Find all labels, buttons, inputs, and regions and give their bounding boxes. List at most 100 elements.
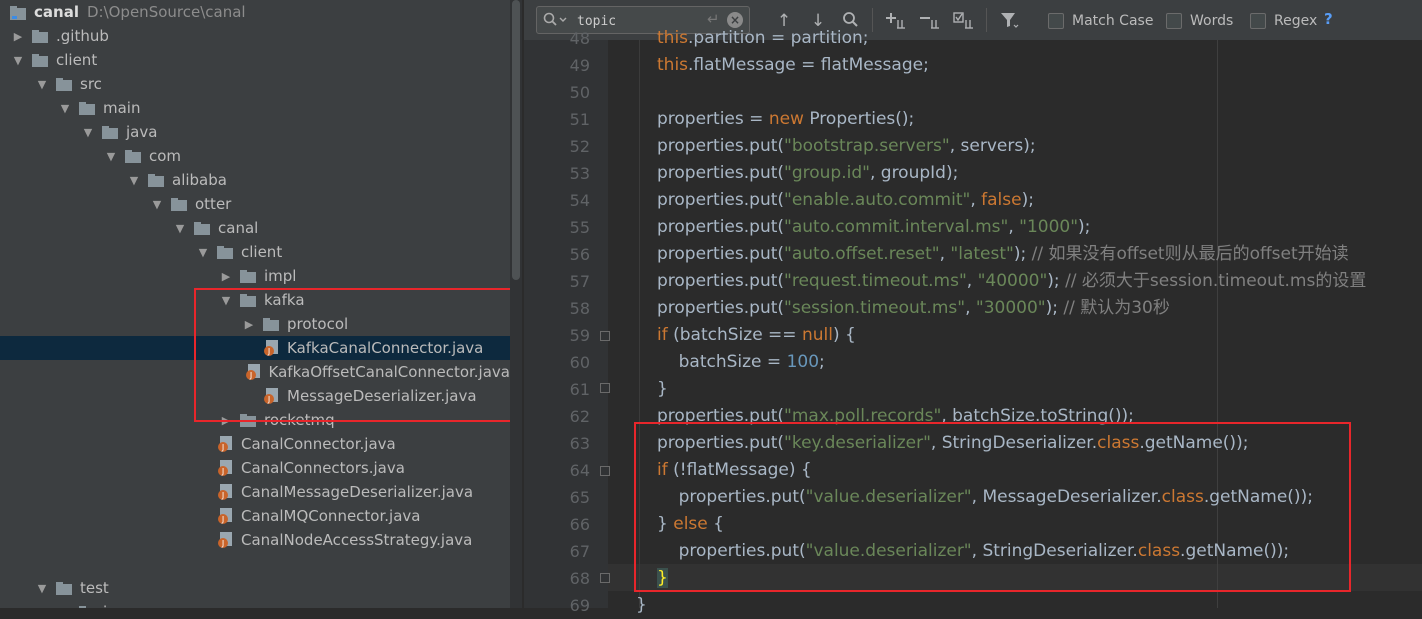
code-line[interactable]: properties.put("group.id", groupId); — [657, 160, 958, 187]
fold-marker[interactable] — [600, 466, 610, 476]
tree-file-item[interactable]: J CanalMQConnector.java — [0, 504, 510, 528]
tree-file-item[interactable]: J MessageDeserializer.java — [0, 384, 510, 408]
code-line[interactable]: if (batchSize == null) { — [657, 322, 856, 349]
code-line[interactable]: batchSize = 100; — [657, 349, 825, 376]
expanded-arrow-icon[interactable]: ▼ — [218, 294, 234, 307]
select-all-occurrences-icon[interactable] — [952, 10, 976, 32]
tree-item-label: protocol — [287, 315, 349, 333]
tree-folder-item[interactable]: ▼ canal — [0, 216, 510, 240]
tree-folder-item[interactable]: ▼ test — [0, 576, 510, 600]
expanded-arrow-icon[interactable]: ▼ — [34, 582, 50, 595]
collapsed-arrow-icon[interactable]: ▶ — [218, 414, 234, 427]
collapsed-arrow-icon[interactable]: ▶ — [10, 30, 26, 43]
expanded-arrow-icon[interactable]: ▼ — [172, 222, 188, 235]
tree-folder-item[interactable]: ▶ protocol — [0, 312, 510, 336]
code-line[interactable]: this.flatMessage = flatMessage; — [657, 52, 929, 79]
tree-folder-item[interactable]: ▼ otter — [0, 192, 510, 216]
expanded-arrow-icon[interactable]: ▼ — [10, 54, 26, 67]
words-checkbox[interactable] — [1166, 13, 1182, 29]
tree-folder-item[interactable]: ▼ com — [0, 144, 510, 168]
tree-item-label: kafka — [264, 291, 305, 309]
tree-item-label: CanalConnector.java — [241, 435, 396, 453]
project-path: D:\OpenSource\canal — [86, 3, 246, 21]
tree-file-item[interactable]: J CanalConnector.java — [0, 432, 510, 456]
code-line[interactable]: properties.put("request.timeout.ms", "40… — [657, 268, 1366, 295]
code-line[interactable]: } — [657, 565, 668, 592]
folder-icon — [194, 222, 210, 235]
regex-option[interactable]: Regex — [1250, 11, 1317, 31]
expanded-arrow-icon[interactable]: ▼ — [195, 246, 211, 259]
code-line[interactable]: properties.put("auto.commit.interval.ms"… — [657, 214, 1090, 241]
fold-marker[interactable] — [600, 383, 610, 393]
code-line[interactable]: } — [636, 592, 647, 619]
folder-icon — [240, 270, 256, 283]
tree-folder-item[interactable]: ▼ main — [0, 96, 510, 120]
filter-icon[interactable] — [998, 10, 1022, 32]
code-line[interactable]: properties.put("value.deserializer", Str… — [657, 538, 1290, 565]
code-line[interactable]: properties.put("value.deserializer", Mes… — [657, 484, 1313, 511]
tree-scrollbar-thumb[interactable] — [512, 0, 520, 280]
expanded-arrow-icon[interactable]: ▼ — [57, 102, 73, 115]
tree-file-item[interactable]: J CanalMessageDeserializer.java — [0, 480, 510, 504]
tree-item-label: canal — [218, 219, 259, 237]
tree-folder-item[interactable]: ▼ src — [0, 72, 510, 96]
line-number: 49 — [569, 56, 590, 75]
code-line[interactable]: properties.put("enable.auto.commit", fal… — [657, 187, 1034, 214]
code-line[interactable]: properties.put("auto.offset.reset", "lat… — [657, 241, 1349, 268]
tree-file-item[interactable]: J KafkaCanalConnector.java — [0, 336, 510, 360]
tree-file-item[interactable]: J CanalNodeAccessStrategy.java — [0, 528, 510, 552]
tree-file-item[interactable]: J KafkaOffsetCanalConnector.java — [0, 360, 510, 384]
regex-checkbox[interactable] — [1250, 13, 1266, 29]
line-number: 54 — [569, 191, 590, 210]
code-line[interactable]: properties.put("session.timeout.ms", "30… — [657, 295, 1170, 322]
java-class-icon: J — [263, 388, 279, 404]
code-line[interactable]: properties = new Properties(); — [657, 106, 914, 133]
tree-item-label: java — [126, 123, 158, 141]
line-number: 55 — [569, 218, 590, 237]
expanded-arrow-icon[interactable]: ▼ — [149, 198, 165, 211]
svg-text:J: J — [221, 491, 224, 500]
tree-item-label: client — [241, 243, 283, 261]
tree-folder-item[interactable]: ▼java — [0, 600, 510, 608]
remove-selection-icon[interactable] — [918, 10, 942, 32]
tree-folder-item[interactable]: ▼ client — [0, 48, 510, 72]
help-icon[interactable]: ? — [1324, 10, 1333, 28]
collapsed-arrow-icon[interactable]: ▶ — [218, 270, 234, 283]
tree-folder-item[interactable]: ▼ java — [0, 120, 510, 144]
expanded-arrow-icon[interactable]: ▼ — [34, 78, 50, 91]
tree-folder-item[interactable]: ▼ client — [0, 240, 510, 264]
collapsed-arrow-icon[interactable]: ▶ — [241, 318, 257, 331]
code-line[interactable]: properties.put("bootstrap.servers", serv… — [657, 133, 1036, 160]
project-root[interactable]: canal D:\OpenSource\canal — [0, 0, 510, 24]
java-class-icon: J — [217, 484, 233, 500]
svg-text:J: J — [221, 515, 224, 524]
match-case-option[interactable]: Match Case — [1048, 11, 1153, 31]
line-number: 51 — [569, 110, 590, 129]
code-line[interactable]: } — [657, 376, 668, 403]
add-selection-icon[interactable] — [884, 10, 908, 32]
fold-marker[interactable] — [600, 573, 610, 583]
tree-folder-item[interactable]: ▼ alibaba — [0, 168, 510, 192]
tree-item-label: otter — [195, 195, 232, 213]
expanded-arrow-icon[interactable]: ▼ — [80, 126, 96, 139]
code-line[interactable]: if (!flatMessage) { — [657, 457, 812, 484]
tree-folder-item[interactable]: ▶ .github — [0, 24, 510, 48]
tree-file-item[interactable]: J CanalConnectors.java — [0, 456, 510, 480]
expanded-arrow-icon[interactable]: ▼ — [126, 174, 142, 187]
code-line[interactable]: this.partition = partition; — [657, 25, 869, 52]
match-case-checkbox[interactable] — [1048, 13, 1064, 29]
code-line[interactable]: } else { — [657, 511, 724, 538]
tree-folder-item[interactable]: ▼ kafka — [0, 288, 510, 312]
code-line[interactable]: properties.put("key.deserializer", Strin… — [657, 430, 1248, 457]
toolbar-separator — [872, 8, 873, 32]
tree-folder-item[interactable]: ▶ impl — [0, 264, 510, 288]
expanded-arrow-icon[interactable]: ▼ — [103, 150, 119, 163]
fold-marker[interactable] — [600, 331, 610, 341]
tree-item-label: KafkaCanalConnector.java — [287, 339, 484, 357]
code-line[interactable]: properties.put("max.poll.records", batch… — [657, 403, 1134, 430]
tree-folder-item[interactable]: ▶ rocketmq — [0, 408, 510, 432]
tree-item-label: .github — [56, 27, 109, 45]
line-number: 61 — [569, 380, 590, 399]
tree-item-label: CanalNodeAccessStrategy.java — [241, 531, 473, 549]
words-option[interactable]: Words — [1166, 11, 1233, 31]
